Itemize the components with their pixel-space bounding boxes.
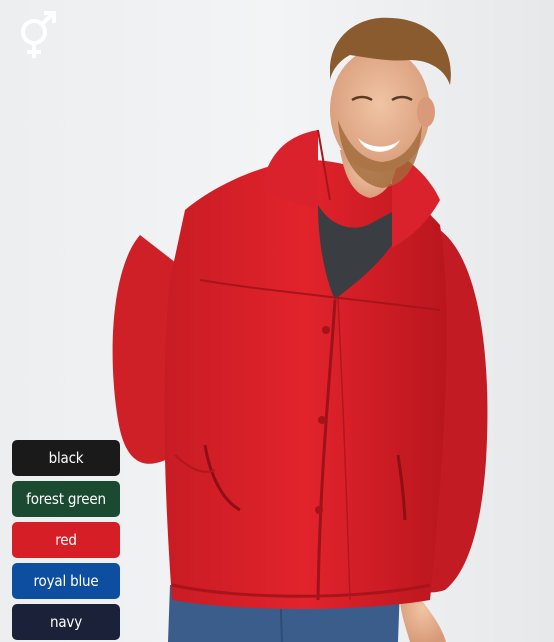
color-swatch-list: black forest green red royal blue navy	[12, 440, 120, 642]
color-label: royal blue	[33, 572, 99, 590]
male-female-symbol-icon	[21, 11, 56, 58]
color-label: black	[48, 449, 84, 467]
color-label: red	[55, 531, 77, 549]
product-card: black forest green red royal blue navy	[0, 0, 554, 642]
color-swatch-navy[interactable]: navy	[12, 604, 120, 640]
color-label: forest green	[26, 490, 106, 508]
color-swatch-black[interactable]: black	[12, 440, 120, 476]
color-swatch-red[interactable]: red	[12, 522, 120, 558]
color-swatch-royal-blue[interactable]: royal blue	[12, 563, 120, 599]
color-swatch-forest-green[interactable]: forest green	[12, 481, 120, 517]
color-label: navy	[50, 613, 82, 631]
